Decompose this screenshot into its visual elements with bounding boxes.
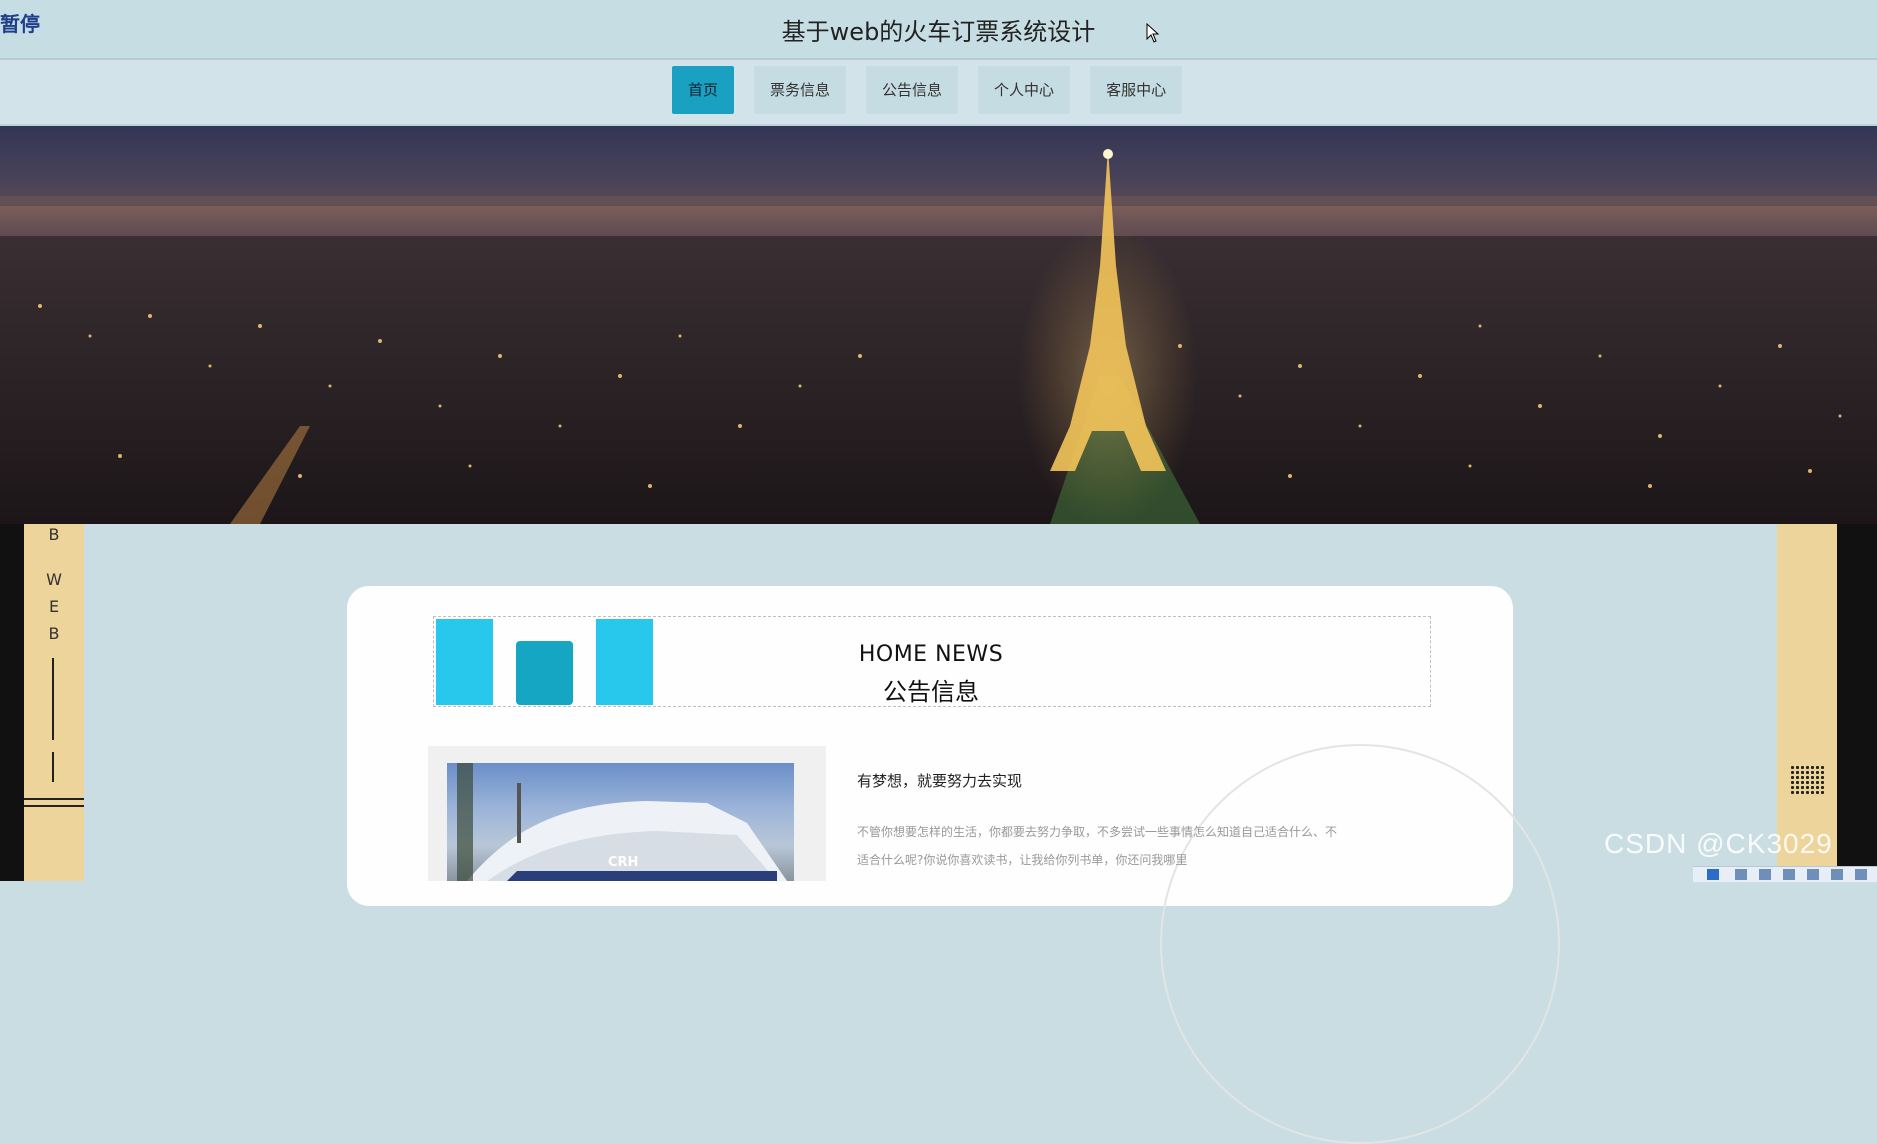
side-letter: W — [46, 570, 62, 589]
side-divider-line — [52, 752, 54, 782]
nav-announcements[interactable]: 公告信息 — [866, 66, 959, 114]
tray-icon[interactable] — [1807, 869, 1819, 880]
tray-icon[interactable] — [1783, 869, 1795, 880]
tray-icon[interactable] — [1831, 869, 1843, 880]
system-tray — [1693, 866, 1877, 882]
side-divider-rule — [24, 805, 84, 807]
nav-ticket-info[interactable]: 票务信息 — [754, 66, 847, 114]
hero-banner-image — [0, 126, 1877, 524]
site-title: 基于web的火车订票系统设计 — [781, 18, 1096, 46]
news-title-cn: 公告信息 — [883, 678, 979, 706]
input-method-icon[interactable] — [1707, 869, 1719, 880]
top-header: 暂停 基于web的火车订票系统设计 — [0, 0, 1877, 60]
side-letter: E — [48, 597, 60, 616]
nav-home[interactable]: 首页 — [672, 66, 735, 114]
side-divider-rule — [24, 798, 84, 800]
decor-arc — [1160, 744, 1560, 1144]
tray-icon[interactable] — [1735, 869, 1747, 880]
nav-personal-center[interactable]: 个人中心 — [978, 66, 1071, 114]
tray-icon[interactable] — [1759, 869, 1771, 880]
nav-customer-service[interactable]: 客服中心 — [1090, 66, 1183, 114]
news-title-en: HOME NEWS — [858, 642, 1004, 667]
main-nav: 首页 票务信息 公告信息 个人中心 客服中心 — [0, 60, 1877, 126]
tray-icon[interactable] — [1855, 869, 1867, 880]
watermark: CSDN @CK3029 — [1604, 828, 1833, 859]
dot-grid-icon — [1790, 765, 1824, 795]
image-caption: CRH — [608, 855, 639, 870]
side-letter: B — [48, 525, 60, 544]
article-excerpt: 不管你想要怎样的生活，你都要去努力争取，不多尝试一些事情怎么知道自己适合什么、不… — [857, 825, 1338, 867]
article-title[interactable]: 有梦想，就要努力去实现 — [857, 770, 1022, 791]
mouse-cursor-icon — [1146, 23, 1160, 43]
